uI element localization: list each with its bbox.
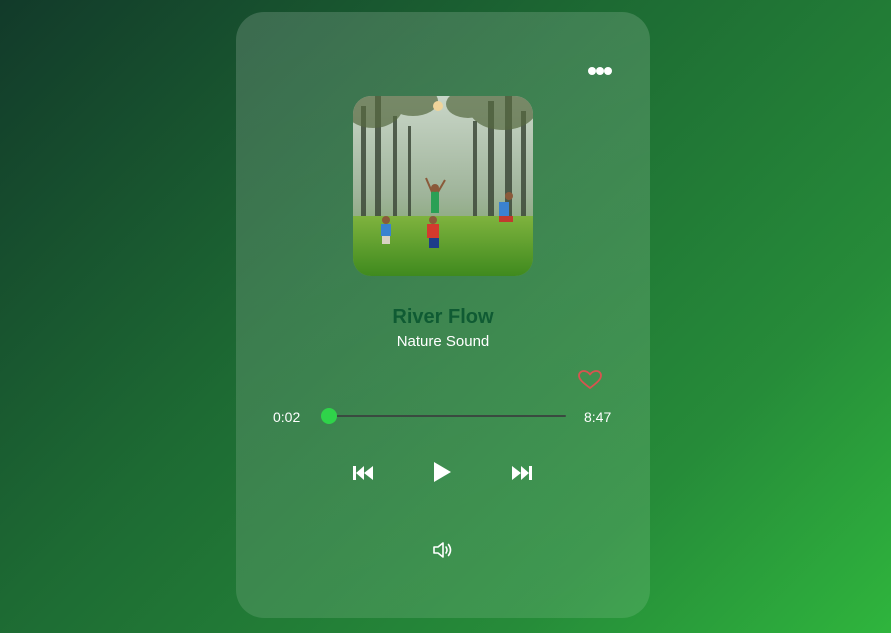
skip-next-icon <box>512 466 532 480</box>
play-icon <box>434 462 451 482</box>
player-card: River Flow Nature Sound 0:02 8:47 <box>236 12 650 618</box>
track-duration: 8:47 <box>584 409 612 425</box>
heart-icon <box>578 370 602 389</box>
track-title: River Flow <box>392 306 494 328</box>
more-options-icon <box>588 67 612 75</box>
volume-icon <box>433 542 452 558</box>
progress-thumb[interactable] <box>320 408 337 424</box>
album-art <box>353 96 533 276</box>
previous-button[interactable] <box>352 464 374 482</box>
more-options-button[interactable] <box>586 62 614 80</box>
like-button[interactable] <box>578 370 602 390</box>
next-button[interactable] <box>511 464 533 482</box>
play-button[interactable] <box>431 460 453 484</box>
skip-previous-icon <box>353 466 373 480</box>
album-art-image <box>353 96 533 276</box>
progress-slider[interactable] <box>320 408 566 424</box>
volume-button[interactable] <box>432 540 454 560</box>
progress-track <box>328 415 566 417</box>
track-artist: Nature Sound <box>396 333 490 350</box>
current-time: 0:02 <box>273 409 301 425</box>
